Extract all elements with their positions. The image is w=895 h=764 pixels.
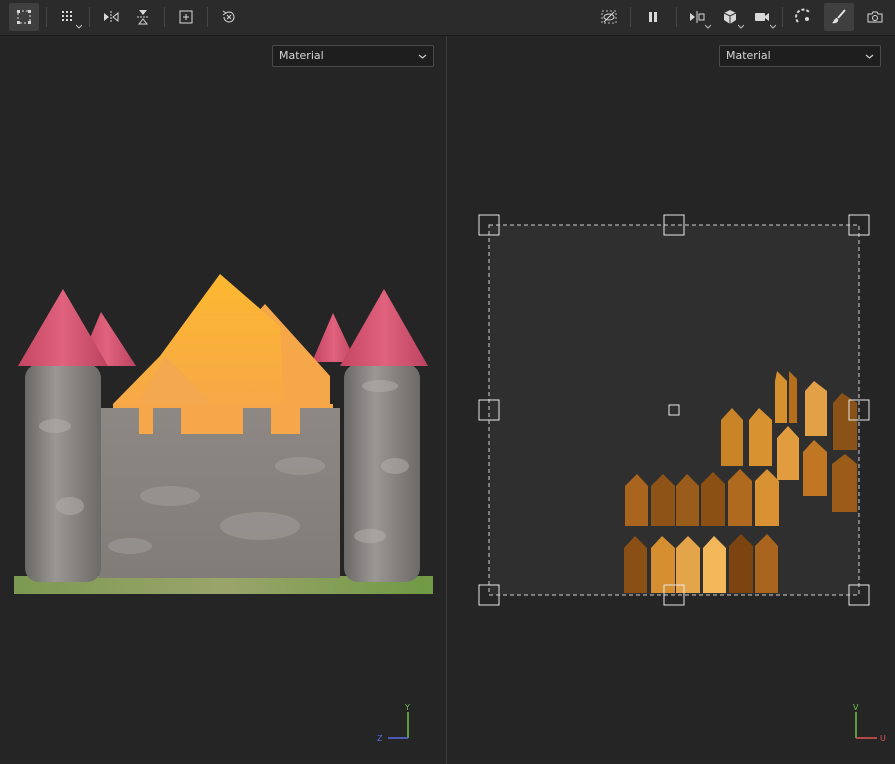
camera-button[interactable]	[747, 3, 777, 31]
light-icon	[795, 8, 810, 23]
mirror-vertical-button[interactable]	[128, 3, 158, 31]
uv-editor	[478, 214, 870, 606]
hide-overlay-button[interactable]	[594, 3, 624, 31]
axis-u-label: U	[880, 734, 886, 743]
select-icon	[17, 10, 31, 24]
frame-icon	[179, 10, 193, 24]
uv-axis-gizmo: V U	[853, 704, 886, 743]
split-view-button[interactable]	[682, 3, 712, 31]
chevron-down-icon	[738, 24, 744, 29]
axis-gizmo: Y Z	[377, 704, 410, 743]
uv-tile	[489, 225, 859, 595]
split-view-icon	[690, 11, 705, 23]
frame-selection-button[interactable]	[171, 3, 201, 31]
tower-left	[25, 364, 101, 582]
screenshot-button[interactable]	[860, 3, 890, 31]
viewport-3d[interactable]: Material Y Z	[0, 36, 446, 764]
mirror-horizontal-icon	[104, 11, 119, 23]
tower-right	[344, 364, 420, 582]
pause-icon	[649, 12, 657, 22]
toolbar	[0, 0, 895, 36]
lighting-button[interactable]	[789, 3, 819, 31]
axis-z-label: Z	[377, 734, 383, 743]
cube-icon	[723, 10, 737, 24]
eye-off-icon	[601, 10, 617, 24]
reset-view-button[interactable]	[214, 3, 244, 31]
camera-icon	[867, 11, 883, 23]
roof-right	[340, 289, 428, 366]
chevron-down-icon	[705, 24, 711, 29]
mirror-vertical-icon	[137, 10, 149, 25]
brush-icon	[832, 9, 846, 24]
grid-icon	[62, 11, 72, 21]
axis-v-label: V	[853, 704, 859, 712]
axis-y-label: Y	[404, 704, 410, 712]
pause-button[interactable]	[638, 3, 668, 31]
reset-icon	[222, 10, 235, 23]
chevron-down-icon	[770, 24, 776, 29]
paint-brush-button[interactable]	[824, 3, 854, 31]
select-tool-button[interactable]	[9, 3, 39, 31]
mirror-horizontal-button[interactable]	[96, 3, 126, 31]
video-camera-icon	[755, 13, 769, 21]
viewport-uv[interactable]: Material V U	[447, 36, 895, 764]
castle-model	[14, 274, 433, 594]
display-mode-button[interactable]	[715, 3, 745, 31]
chevron-down-icon	[76, 24, 82, 29]
grid-options-button[interactable]	[53, 3, 83, 31]
